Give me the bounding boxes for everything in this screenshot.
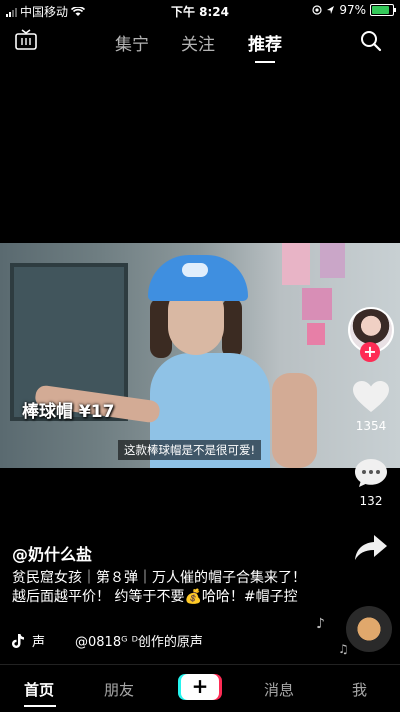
video-player[interactable]: 棒球帽 ¥17 这款棒球帽是不是很可爱! <box>0 243 400 468</box>
cap-logo <box>182 263 208 277</box>
baseball-cap <box>148 255 248 301</box>
location-icon <box>312 5 322 15</box>
author-name[interactable]: @奶什么盐 <box>12 541 92 565</box>
nav-home[interactable]: 首页 <box>24 679 54 700</box>
music-track: @0818ᴳ ᴰ创作的原声 <box>75 635 203 650</box>
status-bar: 中国移动 下午 8:24 97% <box>0 0 400 20</box>
comment-icon[interactable] <box>353 457 389 489</box>
nav-me[interactable]: 我 <box>352 679 367 700</box>
live-tv-icon[interactable] <box>14 28 38 52</box>
nav-messages[interactable]: 消息 <box>264 679 294 700</box>
music-info[interactable]: 声 @0818ᴳ ᴰ创作的原声 <box>12 631 203 650</box>
share-arrow-icon[interactable] <box>354 533 388 561</box>
battery-percent: 97% <box>339 3 366 17</box>
create-button[interactable]: + <box>181 674 219 700</box>
top-nav: 集宁 关注 推荐 <box>0 28 400 63</box>
share-button[interactable] <box>348 533 394 564</box>
person-hair <box>222 298 242 358</box>
price-caption: 棒球帽 ¥17 <box>22 402 115 422</box>
wall-poster <box>307 323 325 345</box>
alarm-arrow-icon <box>327 6 335 14</box>
tab-recommended[interactable]: 推荐 <box>248 30 282 63</box>
creator-avatar[interactable]: + <box>348 307 394 362</box>
nav-friends[interactable]: 朋友 <box>104 679 134 700</box>
like-count: 1354 <box>355 419 387 433</box>
active-tab-indicator <box>24 705 56 707</box>
wall-poster <box>320 243 345 278</box>
wall-poster <box>282 243 310 285</box>
music-disc[interactable] <box>346 606 392 652</box>
tab-local[interactable]: 集宁 <box>115 30 149 55</box>
battery-icon <box>370 4 396 16</box>
person-arm <box>272 373 317 468</box>
tiktok-note-icon <box>12 633 24 648</box>
wall-poster <box>302 288 332 320</box>
comment-count: 132 <box>359 494 383 508</box>
bottom-nav: 首页 朋友 + 消息 我 <box>0 664 400 712</box>
follow-plus-icon[interactable]: + <box>360 342 380 362</box>
status-right: 97% <box>312 3 396 17</box>
music-note-icon: ♫ <box>338 642 349 656</box>
post-description[interactable]: 贫民窟女孩｜第８弹｜万人催的帽子合集来了！越后面越平价！ 约等于不要💰哈哈！#帽… <box>12 569 317 607</box>
music-note-icon: ♪ <box>316 616 325 632</box>
search-icon[interactable] <box>360 30 382 52</box>
heart-icon[interactable] <box>352 380 390 414</box>
music-label: 声 <box>32 635 46 650</box>
video-subtitle: 这款棒球帽是不是很可爱! <box>118 440 262 460</box>
tab-following[interactable]: 关注 <box>181 30 215 55</box>
like-button[interactable]: 1354 <box>348 380 394 433</box>
comment-button[interactable]: 132 <box>348 457 394 508</box>
